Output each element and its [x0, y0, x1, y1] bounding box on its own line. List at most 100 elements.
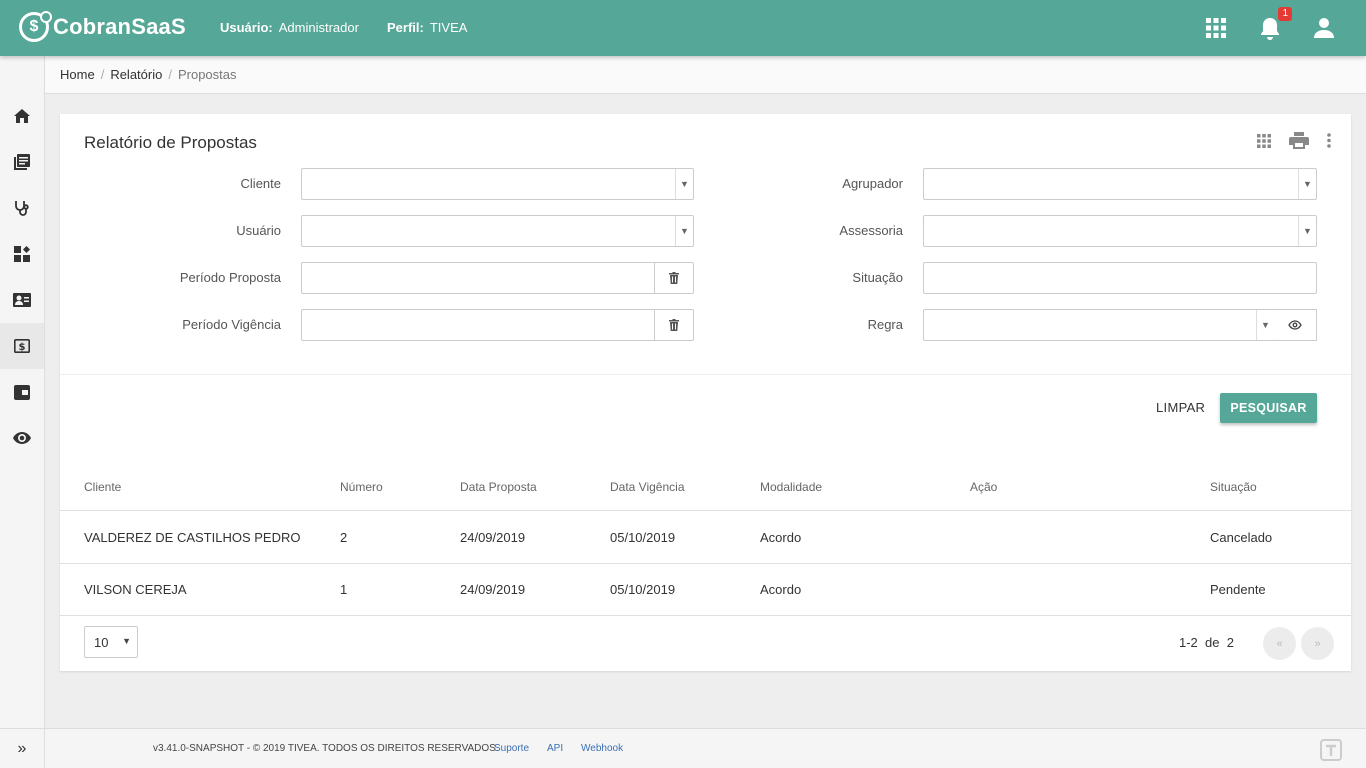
periodo-proposta-label: Período Proposta: [179, 270, 281, 285]
cell-data-vigencia: 05/10/2019: [610, 530, 676, 545]
column-header-cliente[interactable]: Cliente: [84, 463, 121, 510]
footer-link-suporte[interactable]: Suporte: [494, 743, 529, 754]
regra-view-button[interactable]: [1274, 309, 1317, 341]
trash-icon[interactable]: [654, 310, 693, 340]
breadcrumb-separator: /: [168, 67, 172, 82]
breadcrumb-separator: /: [100, 67, 105, 82]
cell-cliente: VILSON CEREJA: [84, 582, 187, 597]
periodo-proposta-input[interactable]: [301, 262, 694, 294]
header-profile: Perfil: TIVEA: [387, 20, 467, 35]
assessoria-label: Assessoria: [839, 223, 903, 238]
double-chevron-right-icon: »: [17, 739, 27, 757]
regra-label: Regra: [867, 317, 903, 332]
agrupador-select[interactable]: ▼: [923, 168, 1317, 200]
header-user: Usuário: Administrador: [220, 20, 359, 35]
search-button[interactable]: PESQUISAR: [1220, 393, 1317, 423]
footer-link-api[interactable]: API: [547, 743, 563, 754]
brand-name: CobranSaaS: [53, 14, 186, 39]
cell-modalidade: Acordo: [760, 530, 802, 545]
column-header-modalidade[interactable]: Modalidade: [760, 463, 822, 510]
notifications-bell-icon[interactable]: 1: [1258, 7, 1292, 42]
chevron-down-icon: ▼: [1298, 169, 1316, 199]
logo-icon: $: [19, 11, 52, 42]
pagination-info: 1-2 de 2: [1179, 635, 1234, 650]
report-card: Relatório de Propostas Cliente ▼ Usuário…: [60, 114, 1351, 671]
sidebar-item-home[interactable]: [0, 93, 44, 139]
double-chevron-right-icon: »: [1314, 637, 1321, 650]
eye-settings-icon: [1288, 320, 1302, 330]
regra-select[interactable]: ▼: [923, 309, 1275, 341]
book-icon: [14, 154, 30, 170]
more-vertical-icon[interactable]: [1327, 133, 1331, 153]
chevron-down-icon: ▼: [675, 216, 693, 246]
eye-icon: [13, 432, 31, 444]
chevron-down-icon: ▼: [122, 636, 131, 646]
sidebar-item-dashboard[interactable]: [0, 231, 44, 277]
usuario-select[interactable]: ▼: [301, 215, 694, 247]
footer-link-webhook[interactable]: Webhook: [581, 743, 623, 754]
column-header-data-vigencia[interactable]: Data Vigência: [610, 463, 685, 510]
cell-cliente: VALDEREZ DE CASTILHOS PEDRO: [84, 530, 301, 545]
cliente-select[interactable]: ▼: [301, 168, 694, 200]
user-value: Administrador: [278, 20, 359, 35]
cell-situacao: Cancelado: [1210, 530, 1273, 545]
page-size-select[interactable]: 10 ▼: [84, 626, 138, 658]
form-divider: [60, 374, 1351, 375]
column-header-data-proposta[interactable]: Data Proposta: [460, 463, 537, 510]
home-icon: [14, 109, 30, 123]
breadcrumb-report[interactable]: Relatório: [110, 67, 162, 82]
profile-value: TIVEA: [429, 20, 468, 35]
next-page-button[interactable]: »: [1301, 627, 1334, 660]
page-size-value: 10: [94, 634, 109, 650]
cell-modalidade: Acordo: [760, 582, 802, 597]
pagination-total: 2: [1226, 635, 1234, 650]
breadcrumb-home[interactable]: Home: [60, 67, 95, 82]
money-icon: $: [14, 339, 30, 353]
table-header: Cliente Número Data Proposta Data Vigênc…: [60, 463, 1351, 511]
clear-button[interactable]: LIMPAR: [1156, 400, 1205, 415]
footer: v3.41.0-SNAPSHOT - © 2019 TIVEA. TODOS O…: [45, 728, 1366, 768]
previous-page-button[interactable]: «: [1263, 627, 1296, 660]
table-row[interactable]: VALDEREZ DE CASTILHOS PEDRO 2 24/09/2019…: [60, 512, 1351, 564]
pagination-range: 1-2: [1179, 635, 1198, 650]
notification-badge: 1: [1278, 7, 1292, 21]
print-icon[interactable]: [1289, 132, 1309, 154]
usuario-label: Usuário: [236, 223, 281, 238]
sidebar-item-wallet[interactable]: [0, 369, 44, 415]
chevron-down-icon: ▼: [1256, 310, 1274, 340]
assessoria-select[interactable]: ▼: [923, 215, 1317, 247]
columns-grid-icon[interactable]: [1257, 133, 1271, 153]
cliente-label: Cliente: [240, 176, 281, 191]
chevron-down-icon: ▼: [675, 169, 693, 199]
breadcrumb-current: Propostas: [177, 67, 237, 82]
user-label: Usuário:: [220, 20, 273, 35]
sidebar-item-health[interactable]: [0, 185, 44, 231]
periodo-vigencia-label: Período Vigência: [182, 317, 281, 332]
profile-label: Perfil:: [387, 20, 424, 35]
wallet-icon: [14, 384, 30, 400]
sidebar-item-library[interactable]: [0, 139, 44, 185]
double-chevron-left-icon: «: [1276, 637, 1283, 650]
sidebar-item-billing[interactable]: $: [0, 323, 44, 369]
column-header-acao: Ação: [970, 479, 998, 494]
sidebar-item-contacts[interactable]: [0, 277, 44, 323]
column-header-numero[interactable]: Número: [340, 463, 383, 510]
cell-data-proposta: 24/09/2019: [460, 530, 526, 545]
cell-situacao: Pendente: [1210, 582, 1266, 597]
logo[interactable]: $ CobranSaaS: [19, 11, 186, 42]
periodo-vigencia-input[interactable]: [301, 309, 694, 341]
situacao-input[interactable]: [923, 262, 1317, 294]
apps-grid-icon[interactable]: [1204, 14, 1228, 42]
table-row[interactable]: VILSON CEREJA 1 24/09/2019 05/10/2019 Ac…: [60, 564, 1351, 616]
sidebar-expand-button[interactable]: »: [0, 728, 44, 768]
cell-data-vigencia: 05/10/2019: [610, 582, 676, 597]
contact-card-icon: [13, 293, 31, 307]
stethoscope-icon: [15, 201, 29, 216]
sidebar-item-monitor[interactable]: [0, 415, 44, 461]
user-account-icon[interactable]: [1312, 14, 1336, 42]
chevron-down-icon: ▼: [1298, 216, 1316, 246]
agrupador-label: Agrupador: [842, 176, 903, 191]
trash-icon[interactable]: [654, 263, 693, 293]
column-header-situacao[interactable]: Situação: [1210, 463, 1257, 510]
dashboard-icon: [14, 246, 30, 262]
